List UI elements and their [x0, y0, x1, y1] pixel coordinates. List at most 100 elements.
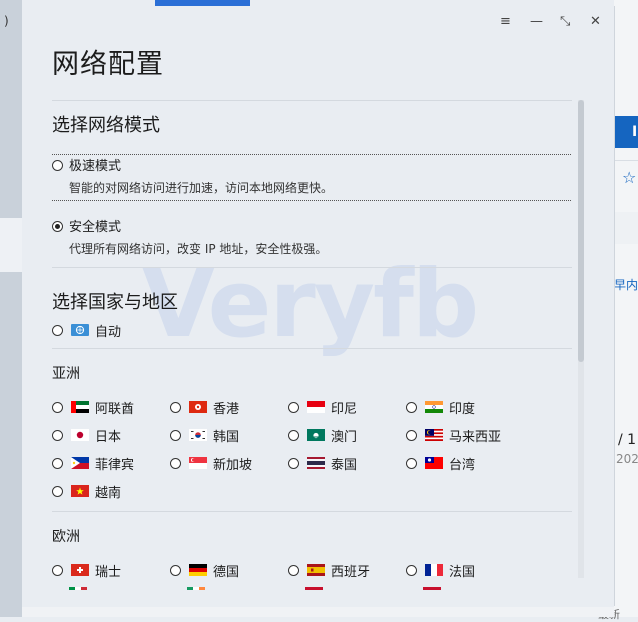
- region-group-asia-label: 亚洲: [52, 366, 80, 382]
- country-radio-th[interactable]: [288, 457, 299, 469]
- country-radio-ch[interactable]: [52, 564, 63, 576]
- background-row: [614, 212, 638, 244]
- mode-section-title: 选择网络模式: [52, 115, 160, 136]
- country-label-in: 印度: [449, 401, 476, 417]
- mode-desc-secure: 代理所有网络访问，改变 IP 地址，安全性极强。: [69, 242, 328, 256]
- country-option-th[interactable]: 泰国: [288, 453, 406, 473]
- close-icon[interactable]: ✕: [590, 14, 601, 30]
- scrollbar[interactable]: [578, 100, 584, 578]
- country-option-mo[interactable]: 澳门: [288, 425, 406, 445]
- kr-flag-icon: [189, 429, 207, 441]
- flag-icon: [69, 587, 87, 590]
- background-left-text: ): [4, 14, 9, 28]
- network-config-dialog: ≡ — ⤡ ✕ 网络配置 Veryfb 选择网络模式 极速模式 智能的对网络访问…: [22, 6, 615, 606]
- country-option-in[interactable]: 印度: [406, 397, 524, 417]
- country-radio-sg[interactable]: [170, 457, 181, 469]
- id-flag-icon: [307, 401, 325, 413]
- country-radio-my[interactable]: [406, 429, 417, 441]
- country-radio-tw[interactable]: [406, 457, 417, 469]
- country-option-ph[interactable]: 菲律宾: [52, 453, 170, 473]
- de-flag-icon: [189, 564, 207, 576]
- country-radio-vn[interactable]: [52, 485, 63, 497]
- country-option-hk[interactable]: 香港: [170, 397, 288, 417]
- country-option-ae[interactable]: 阿联酋: [52, 397, 170, 417]
- country-option-jp[interactable]: 日本: [52, 425, 170, 445]
- country-label-mo: 澳门: [331, 429, 358, 445]
- settings-scroll-area: 选择网络模式 极速模式 智能的对网络访问进行加速，访问本地网络更快。 安全模式 …: [52, 100, 572, 600]
- country-radio-jp[interactable]: [52, 429, 63, 441]
- region-auto-label: 自动: [95, 324, 122, 340]
- background-text-2: / 1: [618, 432, 637, 448]
- country-label-ph: 菲律宾: [95, 457, 135, 473]
- country-option-es[interactable]: 西班牙: [288, 560, 406, 580]
- country-option-fr[interactable]: 法国: [406, 560, 524, 580]
- window-controls: ≡ — ⤡ ✕: [500, 14, 601, 30]
- country-option-ch[interactable]: 瑞士: [52, 560, 170, 580]
- country-grid-europe: 瑞士 德国 西班牙 法国: [52, 560, 572, 580]
- tw-flag-icon: [425, 457, 443, 469]
- mode-radio-secure[interactable]: [52, 221, 63, 232]
- country-radio-es[interactable]: [288, 564, 299, 576]
- region-radio-auto[interactable]: [52, 324, 63, 336]
- country-radio-hk[interactable]: [170, 401, 181, 413]
- hk-flag-icon: [189, 401, 207, 413]
- mode-name-secure: 安全模式: [69, 220, 122, 235]
- my-flag-icon: [425, 429, 443, 441]
- country-label-ae: 阿联酋: [95, 401, 135, 417]
- divider: [52, 511, 572, 512]
- minimize-icon[interactable]: —: [530, 14, 543, 30]
- country-label-id: 印尼: [331, 401, 358, 417]
- country-radio-mo[interactable]: [288, 429, 299, 441]
- country-radio-ph[interactable]: [52, 457, 63, 469]
- country-label-es: 西班牙: [331, 564, 371, 580]
- flag-icon: [423, 587, 441, 590]
- sg-flag-icon: [189, 457, 207, 469]
- country-radio-de[interactable]: [170, 564, 181, 576]
- divider: [52, 100, 572, 101]
- country-option-id[interactable]: 印尼: [288, 397, 406, 417]
- country-radio-id[interactable]: [288, 401, 299, 413]
- scrollbar-thumb[interactable]: [578, 100, 584, 362]
- country-option-kr[interactable]: 韩国: [170, 425, 288, 445]
- country-option-my[interactable]: 马来西亚: [406, 425, 524, 445]
- country-radio-fr[interactable]: [406, 564, 417, 576]
- country-option-vn[interactable]: 越南: [52, 481, 170, 501]
- divider: [52, 348, 572, 349]
- background-text-3: 2025: [616, 452, 638, 466]
- country-label-th: 泰国: [331, 457, 358, 473]
- country-label-jp: 日本: [95, 429, 122, 445]
- divider: [52, 267, 572, 268]
- restore-icon[interactable]: ⤡: [560, 14, 570, 30]
- background-bottom-bar: [22, 607, 614, 617]
- flag-icon: [187, 587, 205, 590]
- country-radio-kr[interactable]: [170, 429, 181, 441]
- region-group-europe-label: 欧洲: [52, 529, 80, 545]
- ch-flag-icon: [71, 564, 89, 576]
- country-label-vn: 越南: [95, 485, 122, 501]
- mode-option-secure[interactable]: 安全模式 代理所有网络访问，改变 IP 地址，安全性极强。: [52, 216, 572, 257]
- country-radio-in[interactable]: [406, 401, 417, 413]
- un-flag-icon: [71, 324, 89, 336]
- country-grid-partial: [52, 584, 572, 590]
- background-divider: [614, 160, 638, 161]
- in-flag-icon: [425, 401, 443, 413]
- background-left-notch: [0, 218, 22, 272]
- country-radio-ae[interactable]: [52, 401, 63, 413]
- background-left-panel: ): [0, 0, 22, 617]
- region-option-auto[interactable]: 自动: [52, 320, 572, 340]
- country-option-sg[interactable]: 新加坡: [170, 453, 288, 473]
- ae-flag-icon: [71, 401, 89, 413]
- mode-radio-fast[interactable]: [52, 160, 63, 171]
- fr-flag-icon: [425, 564, 443, 576]
- country-option-tw[interactable]: 台湾: [406, 453, 524, 473]
- mode-name-fast: 极速模式: [69, 159, 122, 174]
- ph-flag-icon: [71, 457, 89, 469]
- country-label-fr: 法国: [449, 564, 476, 580]
- star-icon[interactable]: ☆: [622, 168, 636, 187]
- country-option-de[interactable]: 德国: [170, 560, 288, 580]
- mo-flag-icon: [307, 429, 325, 441]
- mode-option-fast[interactable]: 极速模式 智能的对网络访问进行加速，访问本地网络更快。: [52, 154, 572, 201]
- background-blue-button-label: I: [632, 124, 638, 140]
- country-grid-asia: 阿联酋 香港 印尼 印度日本 韩国 澳门 马来西亚菲律宾 新加坡 泰国 台湾越南: [52, 397, 572, 501]
- menu-icon[interactable]: ≡: [500, 14, 511, 30]
